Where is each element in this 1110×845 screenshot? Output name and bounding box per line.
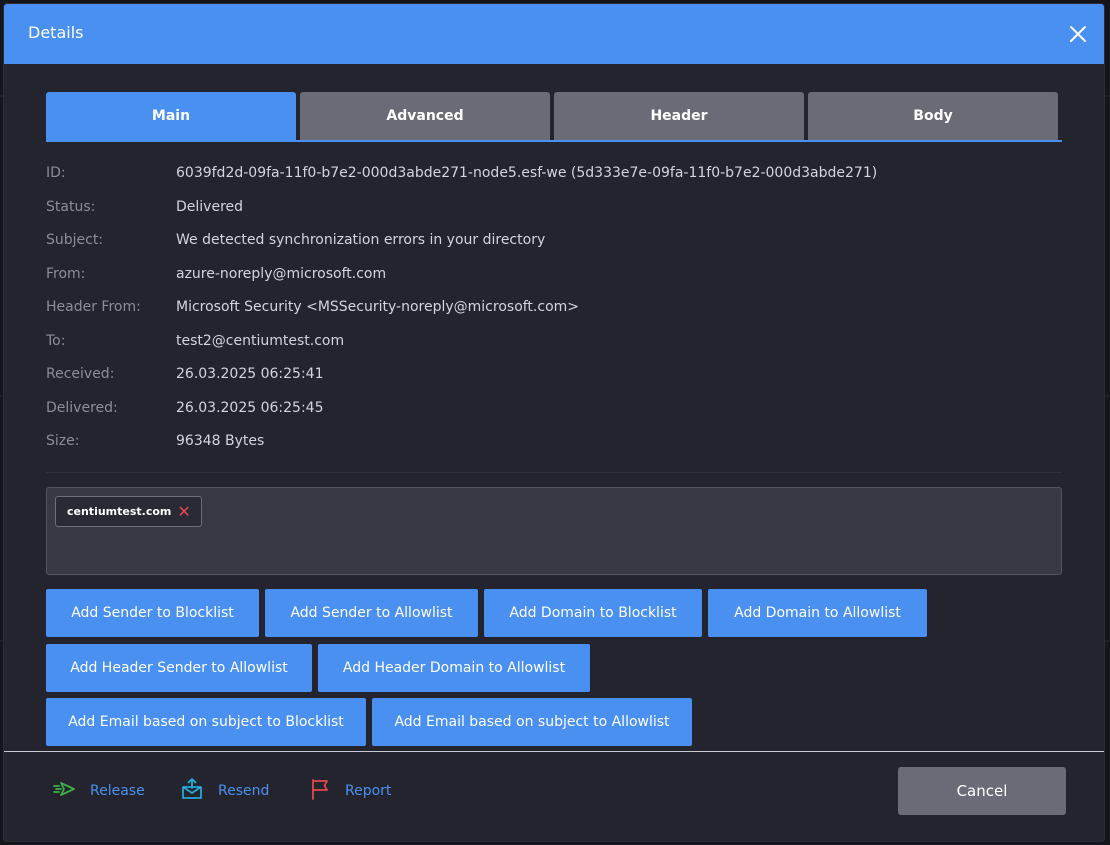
tab-header[interactable]: Header [554, 92, 804, 140]
dialog-title: Details [28, 23, 84, 42]
detail-value: test2@centiumtest.com [176, 333, 345, 349]
detail-label: From: [46, 266, 86, 282]
report-button[interactable]: Report [309, 779, 391, 803]
add-subject-to-allowlist-button[interactable]: Add Email based on subject to Allowlist [372, 698, 692, 746]
section-divider [46, 472, 1062, 473]
detail-label: Status: [46, 199, 96, 215]
domain-tag-label: centiumtest.com [67, 505, 172, 518]
tab-body[interactable]: Body [808, 92, 1058, 140]
resend-label: Resend [218, 783, 270, 799]
detail-label: To: [46, 333, 66, 349]
release-label: Release [90, 783, 145, 799]
tab-bar: Main Advanced Header Body [46, 92, 1062, 142]
remove-tag-icon[interactable]: ✕ [177, 503, 190, 520]
detail-label: Subject: [46, 232, 104, 248]
tab-advanced[interactable]: Advanced [300, 92, 550, 140]
detail-label: Header From: [46, 299, 141, 315]
release-arrow-icon [52, 779, 76, 803]
add-subject-to-blocklist-button[interactable]: Add Email based on subject to Blocklist [46, 698, 366, 746]
domain-tag-input[interactable]: centiumtest.com ✕ [46, 487, 1062, 575]
detail-value: 96348 Bytes [176, 433, 265, 449]
resend-button[interactable]: Resend [180, 778, 270, 804]
detail-label: Delivered: [46, 400, 118, 416]
detail-label: Size: [46, 433, 80, 449]
detail-value: azure-noreply@microsoft.com [176, 266, 387, 282]
detail-value: 26.03.2025 06:25:45 [176, 400, 324, 416]
detail-label: Received: [46, 366, 115, 382]
add-header-sender-to-allowlist-button[interactable]: Add Header Sender to Allowlist [46, 644, 312, 692]
tab-main[interactable]: Main [46, 92, 296, 140]
detail-label: ID: [46, 165, 66, 181]
close-icon[interactable] [1066, 22, 1090, 46]
detail-value: 6039fd2d-09fa-11f0-b7e2-000d3abde271-nod… [176, 165, 878, 181]
detail-value: Microsoft Security <MSSecurity-noreply@m… [176, 299, 580, 315]
add-domain-to-blocklist-button[interactable]: Add Domain to Blocklist [484, 589, 702, 637]
add-sender-to-allowlist-button[interactable]: Add Sender to Allowlist [265, 589, 478, 637]
add-sender-to-blocklist-button[interactable]: Add Sender to Blocklist [46, 589, 259, 637]
flag-icon [309, 778, 331, 804]
footer-divider [4, 751, 1104, 752]
add-header-domain-to-allowlist-button[interactable]: Add Header Domain to Allowlist [318, 644, 590, 692]
detail-value: Delivered [176, 199, 244, 215]
domain-tag: centiumtest.com ✕ [55, 496, 202, 527]
release-button[interactable]: Release [52, 779, 145, 803]
dialog-titlebar: Details [4, 4, 1104, 64]
resend-envelope-icon [180, 778, 204, 804]
tab-underline [46, 140, 1062, 142]
report-label: Report [345, 783, 392, 799]
detail-value: 26.03.2025 06:25:41 [176, 366, 324, 382]
add-domain-to-allowlist-button[interactable]: Add Domain to Allowlist [708, 589, 927, 637]
details-dialog: Details Main Advanced Header Body ID: 60… [4, 4, 1104, 841]
detail-value: We detected synchronization errors in yo… [176, 232, 546, 248]
cancel-button[interactable]: Cancel [898, 767, 1066, 815]
